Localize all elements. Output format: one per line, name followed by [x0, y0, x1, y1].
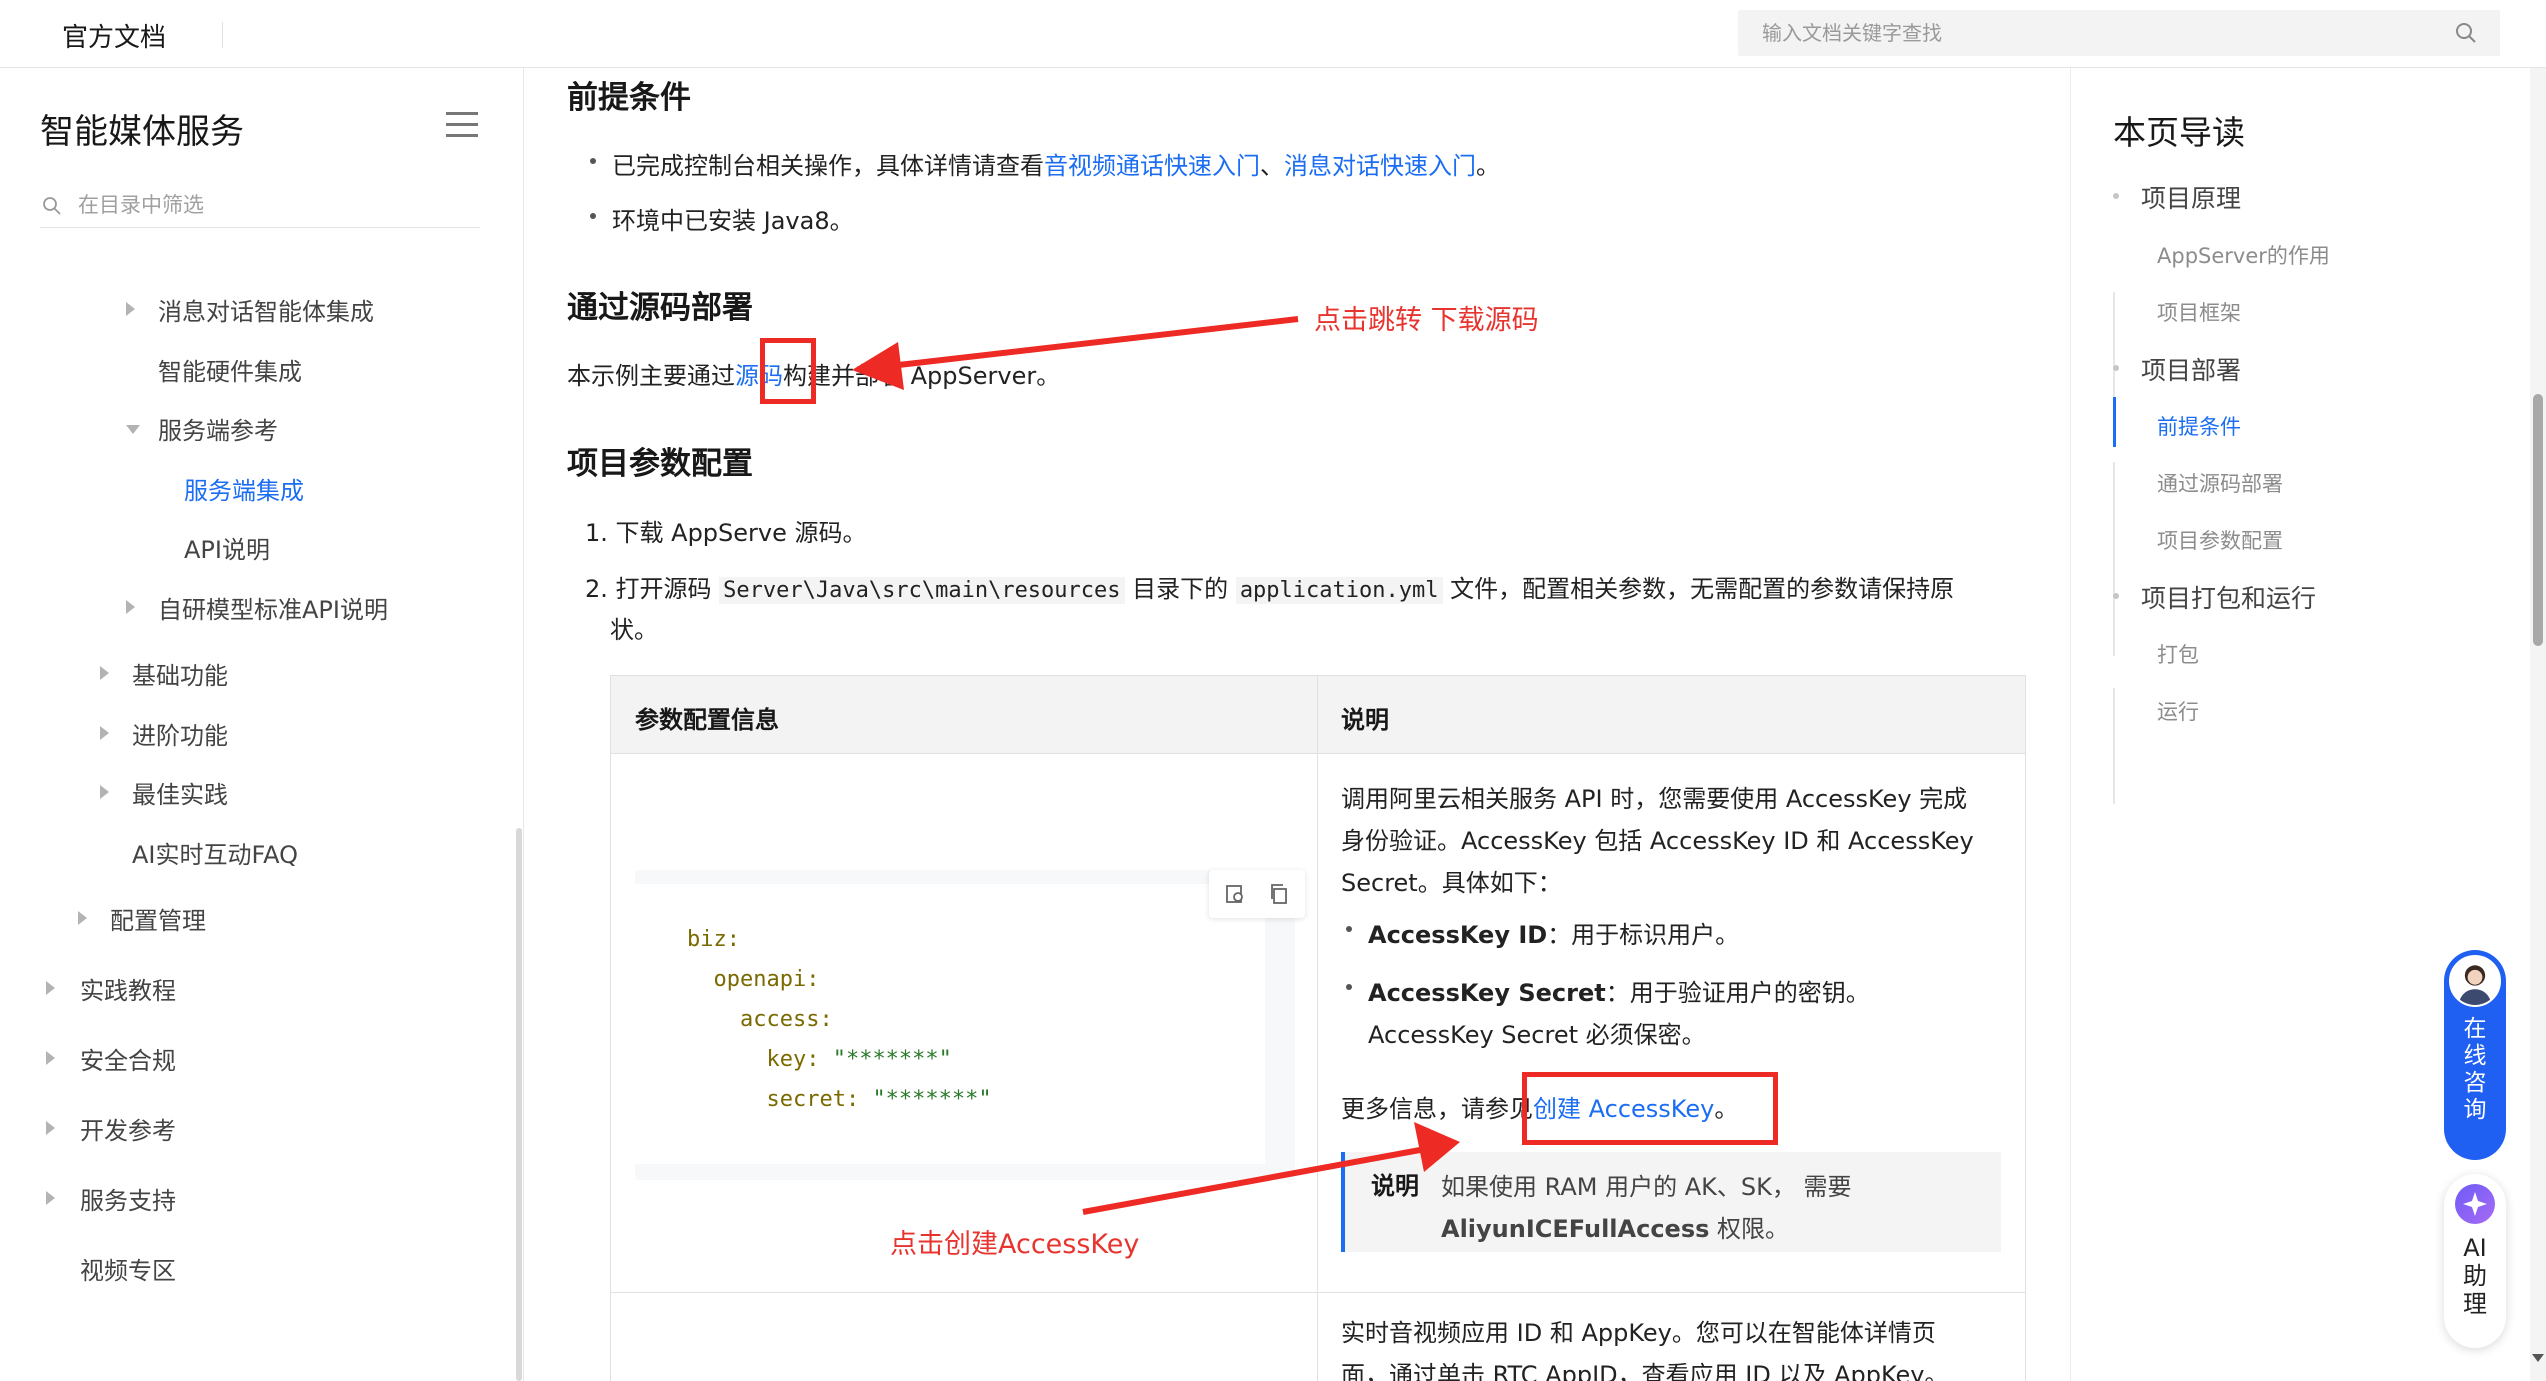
toc-item-package[interactable]: 打包 — [2157, 639, 2199, 669]
toc-item-deploy[interactable]: 项目部署 — [2141, 351, 2241, 387]
toc-title: 本页导读 — [2113, 113, 2245, 152]
toc-item-source-deploy[interactable]: 通过源码部署 — [2157, 468, 2283, 498]
ai-sparkle-icon — [2455, 1184, 2495, 1224]
online-consult-button[interactable]: 在线咨询 — [2444, 950, 2506, 1160]
annotation-create-accesskey: 点击创建AccessKey — [890, 1229, 1140, 1260]
toc-active-indicator — [2113, 397, 2116, 447]
ai-label: AI助理 — [2463, 1234, 2487, 1318]
toc-item-package-run[interactable]: 项目打包和运行 — [2141, 579, 2316, 615]
toc-item-run[interactable]: 运行 — [2157, 696, 2199, 726]
ai-assistant-button[interactable]: AI助理 — [2444, 1174, 2506, 1348]
scroll-down-arrow-icon[interactable] — [2532, 1354, 2544, 1362]
toc-item-appserver-role[interactable]: AppServer的作用 — [2157, 240, 2330, 270]
page-scrollbar-track[interactable] — [2530, 68, 2546, 1381]
page-scrollbar-thumb[interactable] — [2533, 394, 2543, 646]
avatar — [2449, 955, 2501, 1007]
toc-item-prereq[interactable]: 前提条件 — [2157, 411, 2241, 441]
toc-item-framework[interactable]: 项目框架 — [2157, 297, 2241, 327]
consult-label: 在线咨询 — [2463, 1016, 2487, 1123]
toc-item-principle[interactable]: 项目原理 — [2141, 179, 2241, 215]
toc-item-param-config[interactable]: 项目参数配置 — [2157, 525, 2283, 555]
annotation-download-source: 点击跳转 下载源码 — [1314, 305, 1539, 336]
